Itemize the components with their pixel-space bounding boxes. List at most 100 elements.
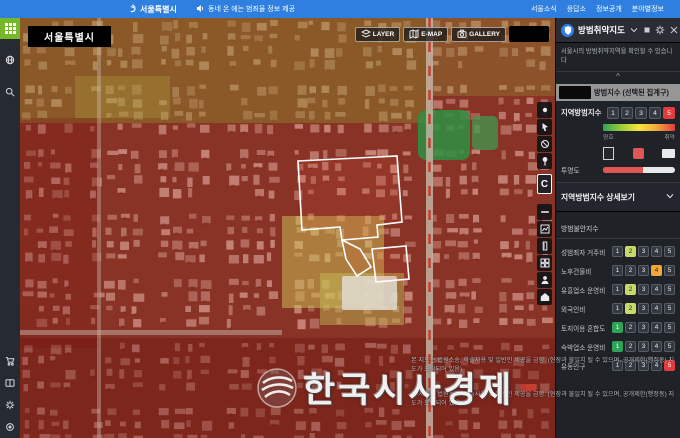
close-icon[interactable] bbox=[669, 25, 679, 35]
person-icon[interactable] bbox=[537, 272, 552, 288]
fill-style-button[interactable] bbox=[633, 148, 644, 159]
index-chip[interactable]: 4 bbox=[651, 303, 662, 314]
settings-icon[interactable] bbox=[0, 416, 20, 438]
redaction-box bbox=[509, 26, 549, 42]
chart-icon[interactable] bbox=[537, 221, 552, 237]
index-chip[interactable]: 2 bbox=[625, 284, 636, 295]
index-chip[interactable]: 2 bbox=[625, 246, 636, 257]
index-chip[interactable]: 1 bbox=[612, 360, 623, 371]
ruler-icon[interactable] bbox=[537, 238, 552, 254]
region-scale-chip[interactable]: 4 bbox=[649, 107, 661, 119]
apps-grid-icon[interactable] bbox=[0, 18, 20, 39]
index-chip[interactable]: 1 bbox=[612, 322, 623, 333]
opacity-slider[interactable] bbox=[603, 167, 675, 173]
index-chip[interactable]: 2 bbox=[625, 341, 636, 352]
region-scale-chip[interactable]: 2 bbox=[621, 107, 633, 119]
gear-icon[interactable] bbox=[655, 25, 665, 35]
pin-icon[interactable] bbox=[537, 153, 552, 169]
main-area: 서울특별시 LAYERE-MAPGALLERY C 방범취약지도 서울시의 방범… bbox=[0, 18, 680, 438]
index-chip[interactable]: 3 bbox=[638, 360, 649, 371]
index-chip[interactable]: 3 bbox=[638, 246, 649, 257]
none-style-button[interactable] bbox=[662, 149, 675, 158]
index-chip[interactable]: 1 bbox=[612, 265, 623, 276]
index-chip[interactable]: 4 bbox=[651, 246, 662, 257]
cursor-icon[interactable] bbox=[537, 119, 552, 135]
index-row: 외국인비 12345 bbox=[556, 299, 680, 318]
index-chip[interactable]: 4 bbox=[651, 322, 662, 333]
crime-map-app: 서울특별시 동네 온 에는 범죄율 정보 제공 서울소식응답소정보공개분야별정보 bbox=[0, 0, 680, 438]
selected-district-bar: 방범지수 (선택된 집계구) bbox=[556, 84, 680, 101]
map-canvas[interactable]: 서울특별시 LAYERE-MAPGALLERY C bbox=[20, 18, 555, 438]
index-chip[interactable]: 1 bbox=[612, 284, 623, 295]
index-chip[interactable]: 3 bbox=[638, 322, 649, 333]
index-row-label: 유동인구 bbox=[561, 361, 585, 371]
index-chip[interactable]: 1 bbox=[612, 341, 623, 352]
index-chip[interactable]: 5 bbox=[664, 265, 675, 276]
index-chip[interactable]: 3 bbox=[638, 341, 649, 352]
panel-subtitle: 서울시의 방범취약지역을 확인할 수 있습니다 bbox=[556, 43, 680, 72]
index-chip[interactable]: 2 bbox=[625, 265, 636, 276]
globe-icon[interactable] bbox=[0, 49, 20, 71]
e-map-button[interactable]: E-MAP bbox=[403, 27, 448, 42]
top-menu-item[interactable]: 응답소 bbox=[567, 4, 586, 14]
index-chip[interactable]: 4 bbox=[651, 265, 662, 276]
index-chip[interactable]: 5 bbox=[664, 303, 675, 314]
gallery-button[interactable]: GALLERY bbox=[451, 27, 506, 42]
top-menu-item[interactable]: 서울소식 bbox=[531, 4, 557, 14]
index-chip[interactable]: 2 bbox=[625, 360, 636, 371]
refresh-icon[interactable]: C bbox=[537, 174, 552, 194]
index-chip[interactable]: 4 bbox=[651, 284, 662, 295]
region-scale-chip[interactable]: 1 bbox=[607, 107, 619, 119]
selected-district-outline bbox=[298, 156, 409, 282]
style-swatches bbox=[603, 147, 675, 160]
outline-style-button[interactable] bbox=[603, 147, 614, 160]
top-menu: 서울소식 응답소 정보공개 분야별정보 bbox=[531, 0, 664, 18]
index-chip[interactable]: 5 bbox=[664, 246, 675, 257]
panel-title: 방범취약지도 bbox=[578, 24, 625, 36]
index-chip[interactable]: 2 bbox=[625, 322, 636, 333]
top-menu-item[interactable]: 정보공개 bbox=[596, 4, 622, 14]
top-menu-item[interactable]: 분야별정보 bbox=[632, 4, 664, 14]
gear-icon[interactable] bbox=[0, 394, 20, 416]
region-scale-chip[interactable]: 3 bbox=[635, 107, 647, 119]
no-entry-icon[interactable] bbox=[537, 136, 552, 152]
layer-button[interactable]: LAYER bbox=[355, 27, 400, 42]
minus-icon[interactable] bbox=[537, 204, 552, 220]
index-row-label: 토지이용 혼합도 bbox=[561, 323, 605, 333]
home-icon[interactable] bbox=[537, 289, 552, 305]
index-row-chips: 12345 bbox=[612, 246, 675, 257]
search-icon[interactable] bbox=[0, 81, 20, 103]
index-chip[interactable]: 5 bbox=[664, 284, 675, 295]
detail-section-toggle[interactable]: 지역방범지수 상세보기 bbox=[556, 183, 680, 212]
pin-small-icon[interactable] bbox=[643, 26, 651, 34]
region-index-row: 지역방범지수 12345 bbox=[556, 101, 680, 121]
index-chip[interactable]: 1 bbox=[612, 246, 623, 257]
redaction-box bbox=[559, 86, 591, 99]
index-chip[interactable]: 2 bbox=[625, 303, 636, 314]
chevron-down-icon[interactable] bbox=[629, 25, 639, 35]
index-chip[interactable]: 4 bbox=[651, 341, 662, 352]
index-row-chips: 12345 bbox=[612, 341, 675, 352]
index-row-label: 숙박업소 운영비 bbox=[561, 342, 605, 352]
index-chip[interactable]: 3 bbox=[638, 265, 649, 276]
opacity-label: 투명도 bbox=[561, 165, 580, 175]
index-chip[interactable]: 3 bbox=[638, 284, 649, 295]
collapse-caret[interactable]: ^ bbox=[556, 72, 680, 82]
panel-header-icons bbox=[629, 25, 679, 35]
opacity-row: 투명도 bbox=[556, 160, 680, 183]
legend-good: 양호 bbox=[603, 132, 614, 141]
index-chip[interactable]: 5 bbox=[664, 360, 675, 371]
index-chip[interactable]: 1 bbox=[612, 303, 623, 314]
index-chip[interactable]: 4 bbox=[651, 360, 662, 371]
speaker-icon bbox=[196, 4, 205, 15]
seoul-logo[interactable]: 서울특별시 bbox=[128, 0, 177, 18]
index-chip[interactable]: 5 bbox=[664, 322, 675, 333]
region-scale-chip[interactable]: 5 bbox=[663, 107, 675, 119]
index-chip[interactable]: 5 bbox=[664, 341, 675, 352]
index-row-label: 유흥업소 운영비 bbox=[561, 285, 605, 295]
cart-icon[interactable] bbox=[0, 350, 20, 372]
book-icon[interactable] bbox=[0, 372, 20, 394]
index-chip[interactable]: 3 bbox=[638, 303, 649, 314]
grid-icon[interactable] bbox=[537, 255, 552, 271]
point-icon[interactable] bbox=[537, 102, 552, 118]
